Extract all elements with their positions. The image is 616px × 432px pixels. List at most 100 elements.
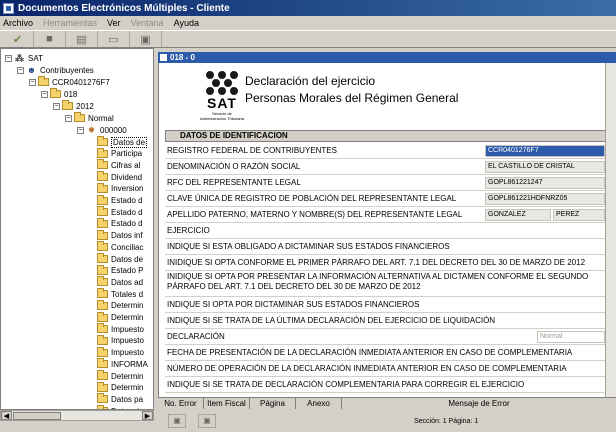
tree-leaf-item[interactable]: Impuesto	[97, 334, 144, 347]
tree-node-contribuyentes[interactable]: − ☻ Contribuyentes	[17, 64, 94, 76]
tree-leaf-item[interactable]: Estado d	[97, 206, 143, 218]
field-label: FECHA DE PRESENTACIÓN DE LA DECLARACIÓN …	[167, 348, 573, 357]
column-no-error[interactable]: No. Error	[158, 398, 204, 409]
check-icon: ✔	[12, 33, 23, 46]
tree-label: Datos pa	[111, 394, 144, 404]
folder-icon	[97, 159, 108, 170]
tree-leaf-item[interactable]: INFORMA	[97, 358, 148, 370]
folder-icon	[97, 299, 108, 310]
tree-leaf-item[interactable]: Datos pa	[97, 393, 143, 405]
field-label: INDIQUE SI ESTA OBLIGADO A DICTAMINAR SU…	[167, 242, 450, 251]
field-opta-dictaminar: INDIQUE SI OPTA POR DICTAMINAR SUS ESTAD…	[165, 297, 616, 313]
print-button[interactable]: ▭	[98, 31, 130, 47]
window-title: Documentos Electrónicos Múltiples - Clie…	[18, 2, 230, 14]
tree-leaf-item[interactable]: Inversion	[97, 182, 143, 195]
menu-ver[interactable]: Ver	[107, 18, 121, 28]
folder-icon	[97, 194, 108, 205]
tree-leaf-item[interactable]: Dividend	[97, 171, 142, 183]
menu-herramientas[interactable]: Herramientas	[43, 18, 97, 28]
collapse-icon[interactable]: −	[53, 102, 60, 110]
column-item-fiscal[interactable]: Item Fiscal	[204, 398, 250, 409]
tree-leaf-item[interactable]: Estado d	[97, 194, 143, 207]
folder-icon	[97, 346, 108, 357]
tree-leaf-item[interactable]: Determin	[97, 299, 143, 312]
collapse-icon[interactable]: −	[29, 78, 36, 86]
tree-label: Datos de	[111, 254, 144, 264]
collapse-icon[interactable]: −	[77, 126, 84, 134]
document-vertical-scrollbar[interactable]	[605, 63, 616, 397]
lock-button[interactable]: ■	[34, 31, 66, 47]
rfc-representante-value[interactable]: GOPL861221247	[485, 177, 605, 189]
declaracion-select[interactable]: Normal	[537, 331, 605, 343]
menu-ayuda[interactable]: Ayuda	[174, 18, 199, 28]
curp-value[interactable]: GOPL861221HDFNRZ05	[485, 193, 605, 205]
tree-label: 000000	[100, 125, 127, 135]
scroll-thumb[interactable]	[13, 412, 61, 420]
column-anexo[interactable]: Anexo	[296, 398, 342, 409]
document-area: SAT Servicio de Administración Tributari…	[158, 63, 616, 397]
column-pagina[interactable]: Página	[250, 398, 296, 409]
tree-leaf-item[interactable]: Impuesto	[97, 323, 144, 335]
tree-label: Conciliac	[111, 242, 144, 252]
collapse-icon[interactable]: −	[65, 114, 72, 122]
document-small-icon	[160, 54, 167, 61]
apellido-materno-value[interactable]: PEREZ	[553, 209, 605, 221]
tree-leaf-item[interactable]: Estado d	[97, 217, 143, 230]
tree-label: Estado d	[111, 196, 143, 205]
tree-leaf-item[interactable]: Datos de	[97, 136, 148, 148]
tree-leaf-item[interactable]: Datos de	[97, 253, 143, 265]
tree-leaf-item[interactable]: Impuesto	[97, 346, 144, 359]
collapse-icon[interactable]: −	[17, 66, 24, 74]
tree-leaf-item[interactable]: Determin	[97, 381, 143, 394]
tree-leaf-item[interactable]: Determin	[97, 370, 143, 382]
sat-logo-subtitle: Servicio de Administración Tributaria	[199, 111, 245, 121]
tree-leaf-item[interactable]: Conciliac	[97, 241, 143, 253]
field-fecha-anterior: FECHA DE PRESENTACIÓN DE LA DECLARACIÓN …	[165, 345, 616, 361]
tree-node-form[interactable]: − 018	[41, 88, 77, 100]
collapse-icon[interactable]: −	[5, 54, 12, 62]
tree-leaf-item[interactable]: Cifras al	[97, 159, 140, 171]
scroll-right-icon[interactable]: ▶	[142, 411, 153, 420]
tree-leaf-item[interactable]: Totales d	[97, 288, 143, 300]
tree-leaf-item[interactable]: Determin	[97, 311, 143, 324]
tree-node-type[interactable]: − Normal	[65, 112, 114, 124]
document-title-line1: Declaración del ejercicio	[245, 74, 376, 88]
folder-open-icon	[38, 76, 49, 86]
column-mensaje-error[interactable]: Mensaje de Error	[342, 398, 616, 409]
tree-horizontal-scrollbar[interactable]: ◀ ▶	[0, 410, 154, 421]
tree-leaf-item[interactable]: Datos inf	[97, 229, 143, 242]
status-action-button-1[interactable]: ▣	[168, 414, 186, 428]
status-action-button-2[interactable]: ▣	[198, 414, 216, 428]
document-button[interactable]: ▤	[66, 31, 98, 47]
field-label: DENOMINACIÓN O RAZÓN SOCIAL	[167, 162, 301, 171]
tree-node-period[interactable]: − ✹ 000000	[77, 124, 127, 136]
tree-label: Participa	[111, 149, 143, 159]
export-button[interactable]: ▣	[130, 31, 162, 47]
tree-leaf-item[interactable]: Participa	[97, 147, 143, 160]
folder-icon	[97, 136, 108, 146]
tree-leaf-item[interactable]: Datos ad	[97, 276, 143, 288]
title-bar: Documentos Electrónicos Múltiples - Clie…	[0, 0, 616, 16]
field-opta-informacion-alternativa: INIDIQUE SI OPTA POR PRESENTAR LA INFORM…	[165, 271, 616, 297]
error-table-header: No. Error Item Fiscal Página Anexo Mensa…	[158, 397, 616, 409]
field-declaracion: DECLARACIÓN Normal	[165, 329, 616, 345]
tree-node-rfc[interactable]: − CCR0401276F7	[29, 76, 110, 88]
menu-ventana[interactable]: Ventana	[131, 18, 164, 28]
folder-icon	[97, 370, 108, 380]
apellido-paterno-value[interactable]: GONZALEZ	[485, 209, 551, 221]
tree-node-sat[interactable]: − ⁂ SAT	[5, 52, 43, 64]
menu-archivo[interactable]: Archivo	[3, 18, 33, 28]
tree-leaf-item[interactable]: Estado P	[97, 264, 143, 277]
folder-icon	[97, 147, 108, 158]
scroll-left-icon[interactable]: ◀	[1, 411, 12, 420]
navigation-tree: − ⁂ SAT − ☻ Contribuyentes − CCR0401276F…	[0, 48, 154, 410]
field-label: RFC DEL REPRESENTANTE LEGAL	[167, 178, 301, 187]
collapse-icon[interactable]: −	[41, 90, 48, 98]
sat-node-icon: ⁂	[15, 52, 24, 63]
folder-open-icon	[74, 112, 85, 122]
validate-button[interactable]: ✔	[2, 31, 34, 47]
denominacion-value[interactable]: EL CASTILLO DE CRISTAL	[485, 161, 605, 173]
rfc-value[interactable]: CCR0401276F7	[485, 145, 605, 157]
folder-icon	[97, 206, 108, 217]
tree-node-year[interactable]: − 2012	[53, 100, 94, 112]
